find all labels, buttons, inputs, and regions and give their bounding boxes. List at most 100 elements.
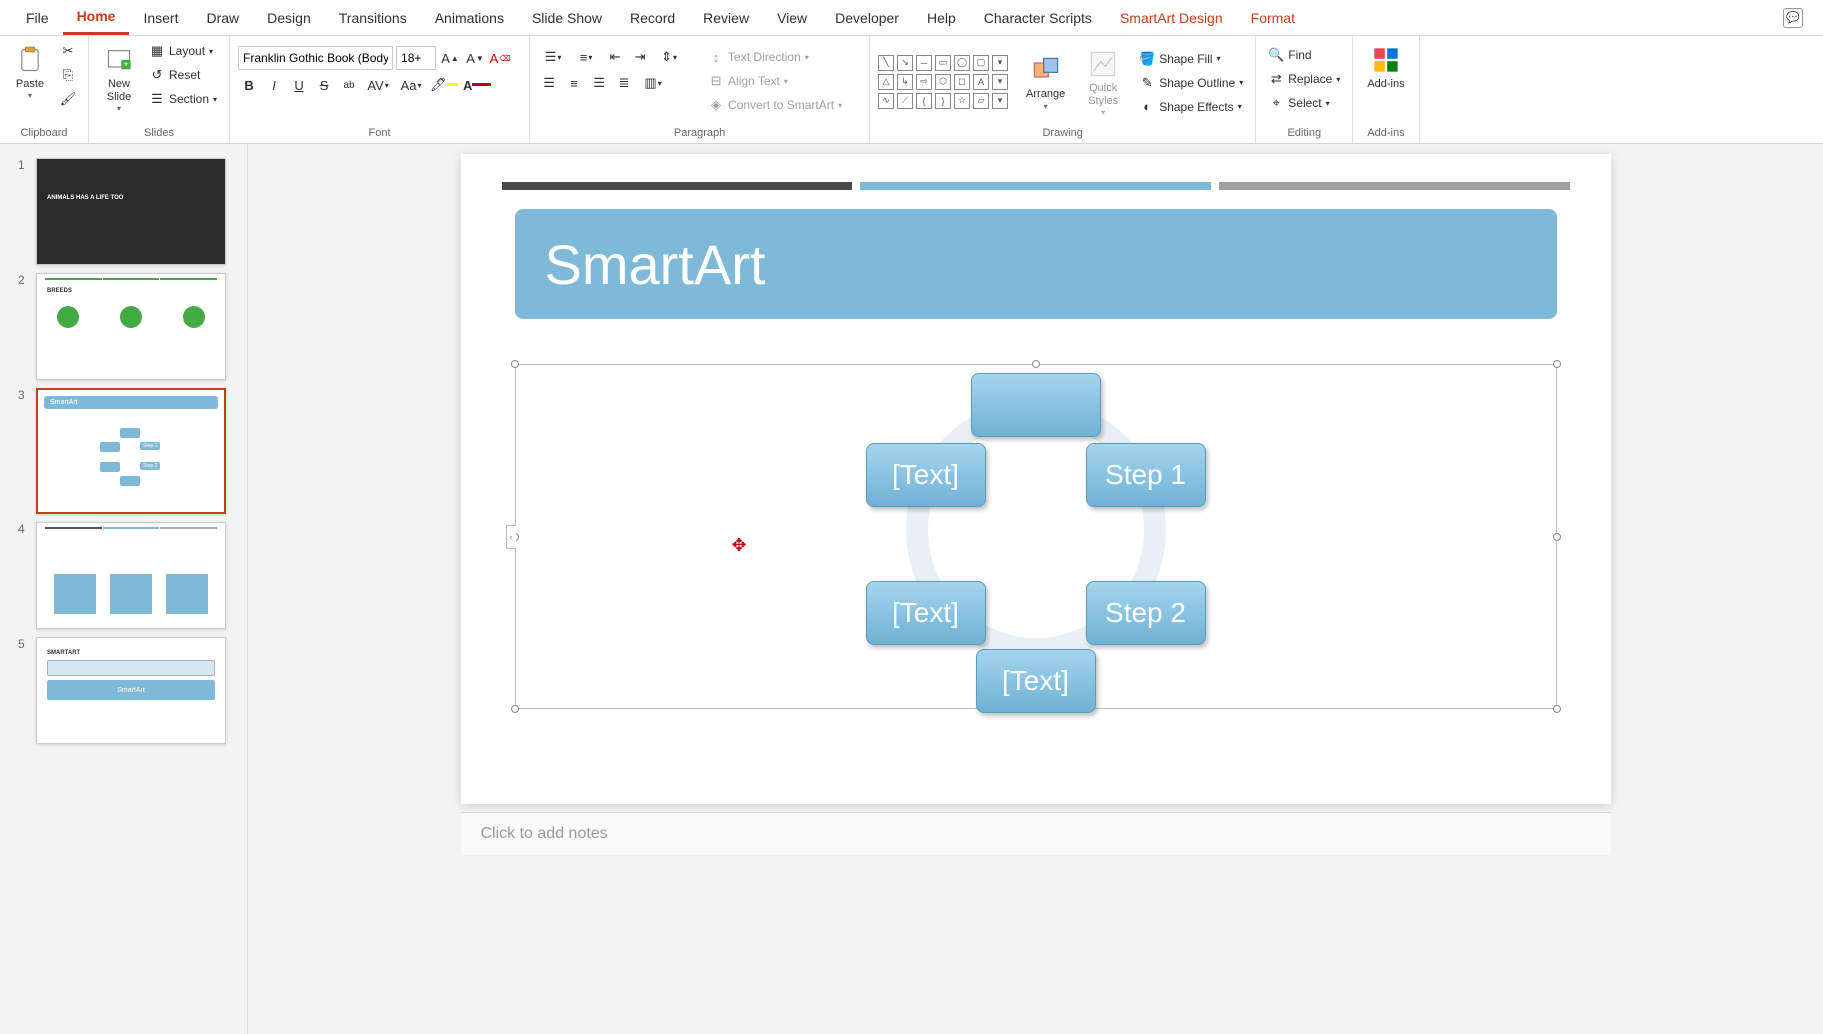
smartart-container[interactable]: ‹ Step 1 Step 2 [Text] [Text] [Text] ✥ <box>515 364 1557 709</box>
shape-outline-button[interactable]: ✎Shape Outline ▾ <box>1135 72 1247 94</box>
align-left-button[interactable]: ☰ <box>538 72 560 94</box>
decrease-indent-button[interactable]: ⇤ <box>604 46 626 68</box>
selection-handle-tl[interactable] <box>511 360 519 368</box>
text-pane-toggle[interactable]: ‹ <box>506 525 516 549</box>
tab-record[interactable]: Record <box>616 2 689 34</box>
font-color-button[interactable]: A <box>462 74 492 96</box>
smartart-node-bl[interactable]: [Text] <box>866 581 986 645</box>
align-right-button[interactable]: ☰ <box>588 72 610 94</box>
tab-animations[interactable]: Animations <box>421 2 518 34</box>
selection-handle-tc[interactable] <box>1032 360 1040 368</box>
increase-font-button[interactable]: A▲ <box>439 47 461 69</box>
shape-action[interactable]: ▱ <box>973 93 989 109</box>
change-case-button[interactable]: Aa▾ <box>396 74 426 96</box>
selection-handle-bl[interactable] <box>511 705 519 713</box>
tab-design[interactable]: Design <box>253 2 325 34</box>
shape-connector[interactable]: ↳ <box>897 74 913 90</box>
line-spacing-button[interactable]: ⇕▾ <box>654 46 684 68</box>
slide-editor[interactable]: SmartArt ‹ Step 1 Step 2 [Text] [Text] [… <box>248 144 1823 1034</box>
select-button[interactable]: ⌖Select ▾ <box>1264 92 1344 114</box>
tab-character-scripts[interactable]: Character Scripts <box>970 2 1106 34</box>
shadow-button[interactable]: ab <box>338 74 360 96</box>
comments-button[interactable]: 💬 <box>1783 8 1803 28</box>
shape-brace-l[interactable]: { <box>916 93 932 109</box>
increase-indent-button[interactable]: ⇥ <box>629 46 651 68</box>
shape-hex[interactable]: ⬡ <box>935 74 951 90</box>
bold-button[interactable]: B <box>238 74 260 96</box>
new-slide-button[interactable]: + New Slide ▾ <box>97 40 141 117</box>
smartart-node-tr[interactable]: Step 1 <box>1086 443 1206 507</box>
selection-handle-tr[interactable] <box>1553 360 1561 368</box>
cut-button[interactable]: ✂ <box>56 40 80 62</box>
smartart-node-tl[interactable]: [Text] <box>866 443 986 507</box>
tab-home[interactable]: Home <box>63 0 130 35</box>
shape-rect[interactable]: ▭ <box>935 55 951 71</box>
decrease-font-button[interactable]: A▼ <box>464 47 486 69</box>
tab-draw[interactable]: Draw <box>192 2 253 34</box>
paste-button[interactable]: Paste ▾ <box>8 40 52 104</box>
clear-formatting-button[interactable]: A⌫ <box>489 47 511 69</box>
shape-freeform[interactable]: ⟋ <box>897 93 913 109</box>
tab-review[interactable]: Review <box>689 2 763 34</box>
shape-fill-button[interactable]: 🪣Shape Fill ▾ <box>1135 48 1247 70</box>
shape-brace-r[interactable]: } <box>935 93 951 109</box>
tab-file[interactable]: File <box>12 2 63 34</box>
tab-slideshow[interactable]: Slide Show <box>518 2 616 34</box>
selection-handle-mr[interactable] <box>1553 533 1561 541</box>
slide-thumb-3[interactable]: 3 SmartArt Step 1 Step 2 <box>0 384 247 518</box>
justify-button[interactable]: ≣ <box>613 72 635 94</box>
shape-callout[interactable]: ◻ <box>954 74 970 90</box>
quick-styles-button[interactable]: Quick Styles ▾ <box>1081 44 1125 121</box>
tab-developer[interactable]: Developer <box>821 2 913 34</box>
shape-arrow-r[interactable]: ⇨ <box>916 74 932 90</box>
tab-help[interactable]: Help <box>913 2 970 34</box>
slide-thumb-5[interactable]: 5 SMARTART SmartArt <box>0 633 247 748</box>
tab-insert[interactable]: Insert <box>129 2 192 34</box>
shape-more-3[interactable]: ▾ <box>992 93 1008 109</box>
highlight-button[interactable]: 🖊 <box>429 74 459 96</box>
format-painter-button[interactable]: 🖌 <box>56 88 80 110</box>
numbering-button[interactable]: ≡▾ <box>571 46 601 68</box>
font-name-combo[interactable] <box>238 46 393 70</box>
bullets-button[interactable]: ☰▾ <box>538 46 568 68</box>
shape-roundrect[interactable]: ▢ <box>973 55 989 71</box>
underline-button[interactable]: U <box>288 74 310 96</box>
slide-panel[interactable]: 1 ANIMALS HAS A LIFE TOO 2 BREEDS 3 Smar… <box>0 144 248 1034</box>
shape-triangle[interactable]: △ <box>878 74 894 90</box>
shape-star[interactable]: ☆ <box>954 93 970 109</box>
tab-format[interactable]: Format <box>1237 2 1309 34</box>
columns-button[interactable]: ▥▾ <box>638 72 668 94</box>
layout-button[interactable]: ▦Layout ▾ <box>145 40 221 62</box>
slide-title[interactable]: SmartArt <box>515 209 1557 319</box>
shape-oval[interactable]: ◯ <box>954 55 970 71</box>
font-size-combo[interactable] <box>396 46 436 70</box>
shapes-gallery[interactable]: ╲ ↘ ─ ▭ ◯ ▢ ▾ △ ↳ ⇨ ⬡ ◻ A ▾ ∿ ⟋ { } ☆ ▱ <box>878 55 1010 111</box>
reset-button[interactable]: ↺Reset <box>145 64 221 86</box>
strikethrough-button[interactable]: S <box>313 74 335 96</box>
shape-more-2[interactable]: ▾ <box>992 74 1008 90</box>
slide-thumb-4[interactable]: 4 <box>0 518 247 633</box>
smartart-node-br[interactable]: Step 2 <box>1086 581 1206 645</box>
copy-button[interactable]: ⎘ <box>56 64 80 86</box>
slide-thumb-1[interactable]: 1 ANIMALS HAS A LIFE TOO <box>0 154 247 269</box>
addins-button[interactable]: Add-ins <box>1361 40 1410 95</box>
smartart-node-bot[interactable]: [Text] <box>976 649 1096 713</box>
char-spacing-button[interactable]: AV▾ <box>363 74 393 96</box>
shape-line-arrow[interactable]: ↘ <box>897 55 913 71</box>
shape-line-2[interactable]: ─ <box>916 55 932 71</box>
slide-thumb-2[interactable]: 2 BREEDS <box>0 269 247 384</box>
tab-smartart-design[interactable]: SmartArt Design <box>1106 2 1237 34</box>
shape-line[interactable]: ╲ <box>878 55 894 71</box>
arrange-button[interactable]: Arrange ▾ <box>1020 50 1071 114</box>
shape-text[interactable]: A <box>973 74 989 90</box>
tab-transitions[interactable]: Transitions <box>325 2 421 34</box>
italic-button[interactable]: I <box>263 74 285 96</box>
tab-view[interactable]: View <box>763 2 821 34</box>
shape-more-1[interactable]: ▾ <box>992 55 1008 71</box>
find-button[interactable]: 🔍Find <box>1264 44 1344 66</box>
shape-effects-button[interactable]: ◐Shape Effects ▾ <box>1135 96 1247 118</box>
slide-canvas[interactable]: SmartArt ‹ Step 1 Step 2 [Text] [Text] [… <box>461 154 1611 804</box>
shape-curve[interactable]: ∿ <box>878 93 894 109</box>
section-button[interactable]: ☰Section ▾ <box>145 88 221 110</box>
selection-handle-br[interactable] <box>1553 705 1561 713</box>
